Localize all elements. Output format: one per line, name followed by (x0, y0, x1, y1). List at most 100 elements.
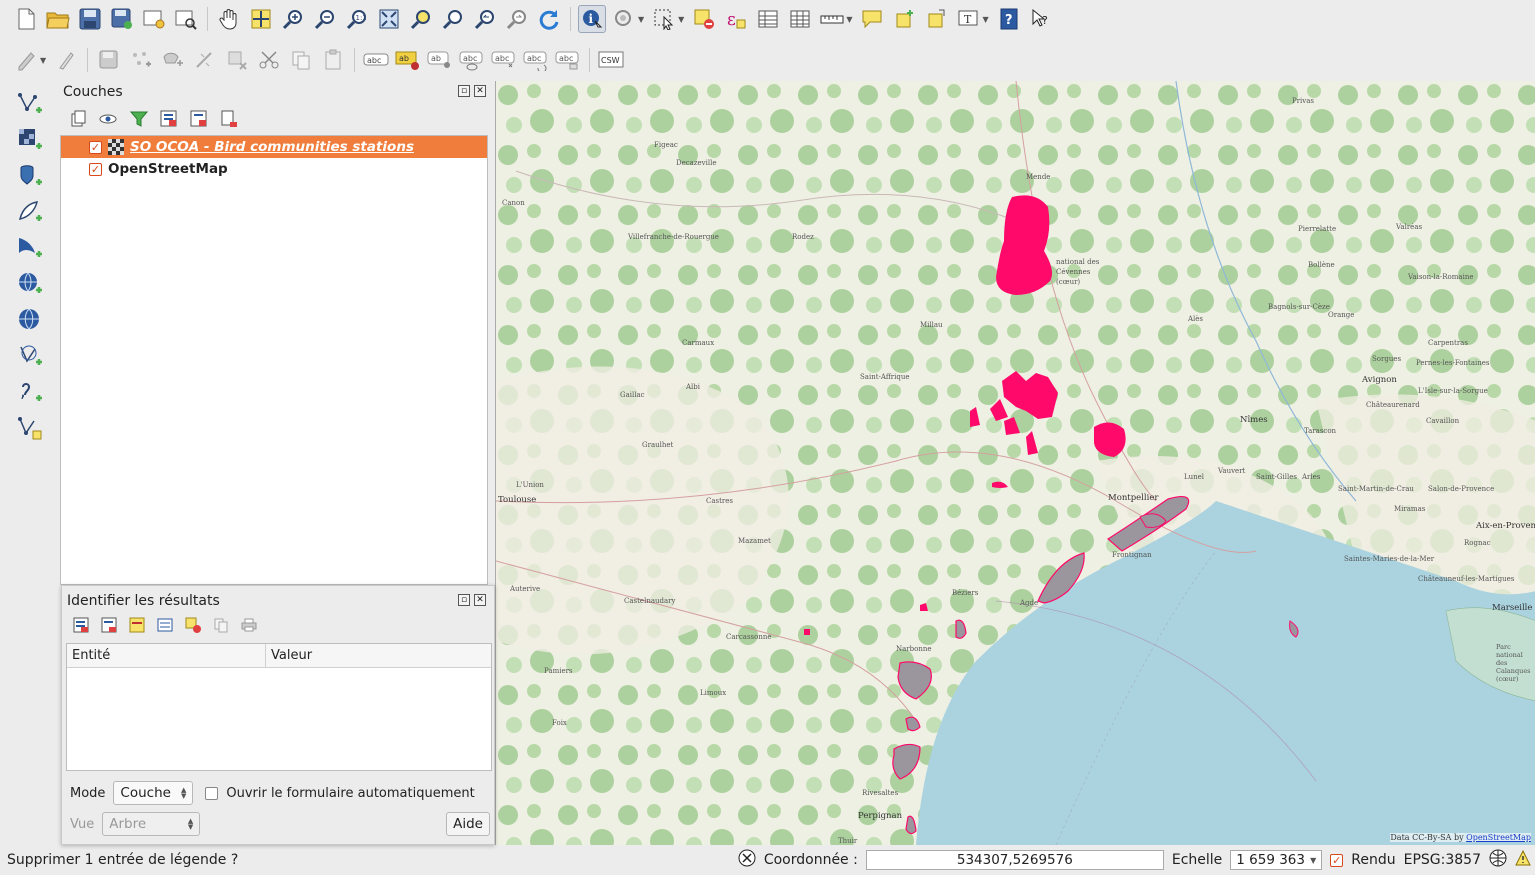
close-icon[interactable]: ✕ (474, 594, 486, 606)
add-raster-layer-icon[interactable] (13, 126, 47, 154)
chevron-down-icon[interactable]: ▼ (40, 56, 46, 65)
csw-icon[interactable]: CSW (597, 46, 625, 74)
add-wms-layer-icon[interactable] (13, 270, 47, 298)
copy-feature-icon[interactable] (212, 616, 230, 634)
select-by-area-icon[interactable] (610, 5, 638, 33)
zoom-next-icon[interactable] (503, 5, 531, 33)
add-spatialite-layer-icon[interactable] (13, 198, 47, 226)
float-panel-icon[interactable]: ▫ (458, 85, 470, 97)
zoom-last-icon[interactable] (471, 5, 499, 33)
coordinate-toggle-icon[interactable] (738, 849, 756, 871)
text-annotation-icon[interactable]: T (954, 5, 982, 33)
move-feature-icon[interactable] (159, 46, 187, 74)
identify-icon[interactable]: i (578, 5, 606, 33)
add-wcs-layer-icon[interactable] (13, 306, 47, 334)
rotate-label-icon[interactable]: abc (522, 46, 550, 74)
pan-hand-icon[interactable] (215, 5, 243, 33)
add-group-icon[interactable] (68, 108, 90, 130)
map-canvas[interactable]: Mende Millau Rodez Decazeville Figeac Vi… (495, 81, 1535, 845)
auto-open-form-checkbox[interactable] (205, 786, 219, 800)
expand-new-results-icon[interactable] (128, 616, 146, 634)
crs-globe-icon[interactable] (1489, 849, 1507, 871)
help-icon[interactable]: ? (995, 5, 1023, 33)
layer-labeling-icon[interactable]: abc (362, 46, 390, 74)
add-vector-layer-icon[interactable] (13, 90, 47, 118)
scale-combo[interactable]: 1 659 363 ▼ (1230, 850, 1323, 870)
show-bookmarks-icon[interactable] (922, 5, 950, 33)
save-project-icon[interactable] (76, 5, 104, 33)
filter-legend-icon[interactable] (128, 108, 150, 130)
save-layer-edits-icon[interactable] (95, 46, 123, 74)
close-icon[interactable]: ✕ (474, 85, 486, 97)
whats-this-icon[interactable]: ? (1027, 5, 1055, 33)
zoom-full-icon[interactable] (375, 5, 403, 33)
chevron-down-icon[interactable]: ▼ (638, 15, 644, 24)
render-checkbox[interactable] (1330, 853, 1344, 867)
manage-visibility-icon[interactable] (98, 108, 120, 130)
chevron-down-icon[interactable]: ▼ (678, 15, 684, 24)
attribute-table-icon[interactable] (754, 5, 782, 33)
toggle-editing-icon[interactable] (52, 46, 80, 74)
clear-highlights-icon[interactable] (184, 616, 202, 634)
new-project-icon[interactable] (12, 5, 40, 33)
composer-manager-icon[interactable] (172, 5, 200, 33)
attribution-link[interactable]: OpenStreetMap (1466, 833, 1531, 842)
layer-visibility-checkbox[interactable] (89, 140, 102, 154)
zoom-out-icon[interactable] (311, 5, 339, 33)
label-highlight-icon[interactable]: ab (394, 46, 422, 74)
zoom-actual-size-icon[interactable]: 1:1 (343, 5, 371, 33)
help-button[interactable]: Aide (446, 812, 490, 836)
open-project-icon[interactable] (44, 5, 72, 33)
new-print-composer-icon[interactable] (140, 5, 168, 33)
float-panel-icon[interactable]: ▫ (458, 594, 470, 606)
view-select[interactable]: Arbre ▲ ▼ (102, 812, 201, 836)
column-header-valeur[interactable]: Valeur (266, 644, 491, 667)
node-tool-icon[interactable] (191, 46, 219, 74)
identify-results-table[interactable]: Entité Valeur (66, 643, 492, 771)
move-label-icon[interactable]: abc (490, 46, 518, 74)
add-mssql-layer-icon[interactable] (13, 234, 47, 262)
collapse-all-icon[interactable] (188, 108, 210, 130)
open-form-icon[interactable] (156, 616, 174, 634)
show-hide-labels-icon[interactable]: abc (458, 46, 486, 74)
measure-line-icon[interactable] (818, 5, 846, 33)
mode-select[interactable]: Couche ▲ ▼ (113, 781, 194, 805)
collapse-tree-icon[interactable] (100, 616, 118, 634)
layer-item-openstreetmap[interactable]: OpenStreetMap (61, 158, 487, 180)
change-label-icon[interactable]: abc (554, 46, 582, 74)
map-tips-icon[interactable] (858, 5, 886, 33)
cut-features-icon[interactable] (255, 46, 283, 74)
zoom-to-selection-icon[interactable] (407, 5, 435, 33)
statistics-icon[interactable] (786, 5, 814, 33)
deselect-features-icon[interactable] (690, 5, 718, 33)
pin-labels-icon[interactable]: ab (426, 46, 454, 74)
add-postgis-layer-icon[interactable] (13, 162, 47, 190)
column-header-entite[interactable]: Entité (67, 644, 266, 667)
select-features-icon[interactable] (650, 5, 678, 33)
new-shapefile-layer-icon[interactable] (13, 414, 47, 442)
expand-all-icon[interactable] (158, 108, 180, 130)
zoom-in-icon[interactable] (279, 5, 307, 33)
print-icon[interactable] (240, 616, 258, 634)
current-edits-icon[interactable] (12, 46, 40, 74)
layer-visibility-checkbox[interactable] (89, 162, 102, 176)
expression-select-icon[interactable]: ε (722, 5, 750, 33)
add-wfs-layer-icon[interactable] (13, 342, 47, 370)
paste-features-icon[interactable] (319, 46, 347, 74)
remove-layer-icon[interactable] (218, 108, 240, 130)
expand-tree-icon[interactable] (72, 616, 90, 634)
coordinate-field[interactable]: 534307,5269576 (865, 850, 1164, 870)
delete-selected-icon[interactable] (223, 46, 251, 74)
copy-features-icon[interactable] (287, 46, 315, 74)
save-as-icon[interactable] (108, 5, 136, 33)
add-delimited-text-layer-icon[interactable]: , (13, 378, 47, 406)
refresh-icon[interactable] (535, 5, 563, 33)
warning-icon[interactable] (1515, 849, 1531, 870)
add-feature-icon[interactable] (127, 46, 155, 74)
new-bookmark-icon[interactable] (890, 5, 918, 33)
crs-label[interactable]: EPSG:3857 (1404, 852, 1481, 868)
chevron-down-icon[interactable]: ▼ (846, 15, 852, 24)
pan-to-selection-icon[interactable] (247, 5, 275, 33)
chevron-down-icon[interactable]: ▼ (982, 15, 988, 24)
zoom-to-layer-icon[interactable] (439, 5, 467, 33)
